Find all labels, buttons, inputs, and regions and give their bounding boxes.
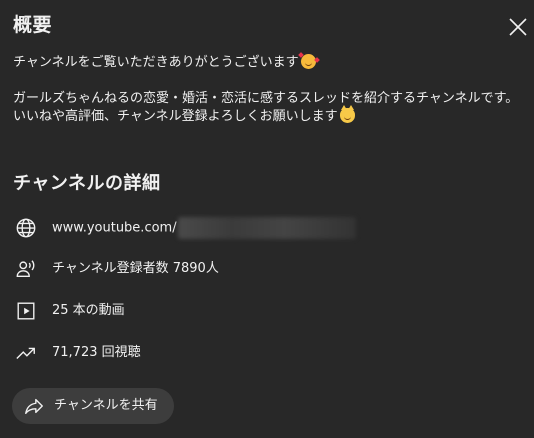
channel-details-title: チャンネルの詳細 — [13, 173, 161, 194]
redacted-url-bar — [177, 217, 356, 239]
description-line-3-text: いいねや高評価、チャンネル登録よろしくお願いします — [13, 109, 338, 124]
globe-icon — [14, 216, 38, 240]
view-count: 71,723 回視聴 — [52, 345, 141, 360]
close-icon[interactable] — [508, 17, 528, 37]
grinning-cat-icon — [339, 105, 355, 123]
channel-url-link[interactable]: www.youtube.com/ — [52, 221, 177, 236]
detail-views-row: 71,723 回視聴 — [14, 340, 141, 366]
description-line-1: チャンネルをご覧いただきありがとうございます — [13, 52, 523, 72]
detail-videos-row: 25 本の動画 — [14, 298, 125, 324]
panel-title: 概要 — [13, 14, 53, 36]
channel-description: チャンネルをご覧いただきありがとうございます ガールズちゃんねるの恋愛・婚活・恋… — [13, 52, 523, 126]
subscriber-count: チャンネル登録者数 7890人 — [52, 261, 219, 276]
smiling-face-with-hearts-icon — [297, 52, 320, 69]
person-radio-waves-icon — [14, 257, 38, 281]
detail-subscribers-row: チャンネル登録者数 7890人 — [14, 256, 219, 282]
description-line-1-text: チャンネルをご覧いただきありがとうございます — [13, 55, 299, 70]
description-line-3: いいねや高評価、チャンネル登録よろしくお願いします — [13, 105, 523, 126]
share-icon — [22, 394, 46, 418]
detail-url-row: www.youtube.com/ — [14, 215, 356, 241]
share-channel-label: チャンネルを共有 — [54, 398, 158, 413]
video-play-icon — [14, 299, 38, 323]
video-count: 25 本の動画 — [52, 303, 125, 318]
close-button[interactable] — [503, 12, 533, 42]
trending-up-icon — [14, 341, 38, 365]
share-channel-button[interactable]: チャンネルを共有 — [12, 388, 174, 424]
description-line-2: ガールズちゃんねるの恋愛・婚活・恋活に感するスレッドを紹介するチャンネルです。 — [13, 91, 519, 106]
